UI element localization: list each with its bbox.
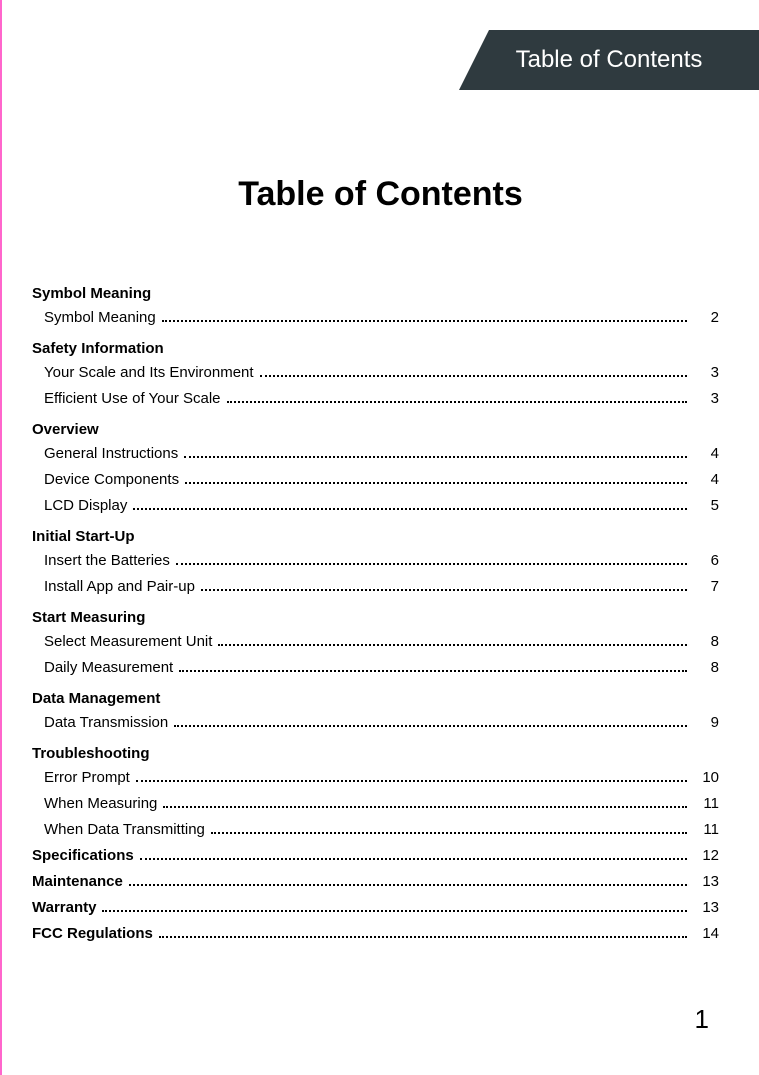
toc-entry-label: Specifications (32, 844, 134, 868)
toc-entry-page: 3 (693, 361, 719, 385)
toc-leader (201, 579, 687, 591)
toc-entry-page: 12 (693, 844, 719, 868)
toc-section-heading: Safety Information (32, 340, 719, 357)
toc-entry-page: 2 (693, 306, 719, 330)
toc-entry: Specifications 12 (32, 844, 719, 868)
toc-entry-label: Install App and Pair-up (44, 575, 195, 599)
toc-entry-label: General Instructions (44, 442, 178, 466)
toc-entry-page: 14 (693, 922, 719, 946)
toc-entry-label: Device Components (44, 468, 179, 492)
toc-section-heading: Start Measuring (32, 609, 719, 626)
toc-leader (227, 391, 688, 403)
toc-leader (163, 796, 687, 808)
toc-entry-label: When Measuring (44, 792, 157, 816)
toc-entry-label: FCC Regulations (32, 922, 153, 946)
toc-entry: Insert the Batteries 6 (32, 549, 719, 573)
toc-entry-label: Your Scale and Its Environment (44, 361, 254, 385)
toc-entry-page: 5 (693, 494, 719, 518)
toc-leader (218, 634, 687, 646)
toc-entry: FCC Regulations 14 (32, 922, 719, 946)
toc-entry: General Instructions 4 (32, 442, 719, 466)
toc-entry-page: 11 (693, 818, 719, 842)
toc-entry-page: 3 (693, 387, 719, 411)
toc-entry-page: 13 (693, 870, 719, 894)
toc-entry-page: 9 (693, 711, 719, 735)
toc-leader (174, 715, 687, 727)
toc-section-heading: Data Management (32, 690, 719, 707)
toc-entry-label: Error Prompt (44, 766, 130, 790)
toc-entry: Symbol Meaning 2 (32, 306, 719, 330)
table-of-contents: Symbol Meaning Symbol Meaning 2 Safety Info… (32, 275, 719, 948)
toc-entry-page: 7 (693, 575, 719, 599)
toc-leader (140, 848, 687, 860)
toc-section-heading: Troubleshooting (32, 745, 719, 762)
toc-entry: LCD Display 5 (32, 494, 719, 518)
toc-section-heading: Initial Start-Up (32, 528, 719, 545)
toc-entry-page: 8 (693, 656, 719, 680)
toc-entry-page: 6 (693, 549, 719, 573)
toc-leader (133, 498, 687, 510)
toc-entry: When Measuring 11 (32, 792, 719, 816)
toc-section-heading: Symbol Meaning (32, 285, 719, 302)
toc-section-heading: Overview (32, 421, 719, 438)
toc-entry-label: Symbol Meaning (44, 306, 156, 330)
toc-entry-page: 4 (693, 442, 719, 466)
toc-entry-label: When Data Transmitting (44, 818, 205, 842)
toc-leader (176, 553, 687, 565)
toc-leader (184, 446, 687, 458)
toc-entry-label: Daily Measurement (44, 656, 173, 680)
toc-leader (136, 770, 687, 782)
toc-leader (179, 660, 687, 672)
toc-entry: Daily Measurement 8 (32, 656, 719, 680)
toc-entry-page: 11 (693, 792, 719, 816)
page-number: 1 (695, 1004, 709, 1035)
toc-entry: Maintenance 13 (32, 870, 719, 894)
toc-entry: Warranty 13 (32, 896, 719, 920)
toc-entry-label: Warranty (32, 896, 96, 920)
toc-entry-label: Maintenance (32, 870, 123, 894)
page-title: Table of Contents (2, 175, 759, 214)
toc-leader (159, 926, 687, 938)
toc-entry: Efficient Use of Your Scale 3 (32, 387, 719, 411)
toc-leader (260, 365, 687, 377)
toc-entry-label: LCD Display (44, 494, 127, 518)
toc-entry: When Data Transmitting 11 (32, 818, 719, 842)
toc-entry-label: Insert the Batteries (44, 549, 170, 573)
toc-entry: Device Components 4 (32, 468, 719, 492)
toc-entry-page: 13 (693, 896, 719, 920)
toc-leader (162, 310, 687, 322)
toc-entry: Install App and Pair-up 7 (32, 575, 719, 599)
header-tab: Table of Contents (459, 30, 759, 90)
toc-leader (129, 874, 687, 886)
toc-entry-page: 10 (693, 766, 719, 790)
toc-entry-page: 4 (693, 468, 719, 492)
toc-entry: Error Prompt 10 (32, 766, 719, 790)
toc-entry: Select Measurement Unit 8 (32, 630, 719, 654)
toc-entry-page: 8 (693, 630, 719, 654)
toc-leader (211, 822, 687, 834)
toc-entry-label: Data Transmission (44, 711, 168, 735)
toc-entry: Data Transmission 9 (32, 711, 719, 735)
toc-entry: Your Scale and Its Environment 3 (32, 361, 719, 385)
toc-entry-label: Select Measurement Unit (44, 630, 212, 654)
toc-entry-label: Efficient Use of Your Scale (44, 387, 221, 411)
toc-leader (102, 900, 687, 912)
toc-leader (185, 472, 687, 484)
